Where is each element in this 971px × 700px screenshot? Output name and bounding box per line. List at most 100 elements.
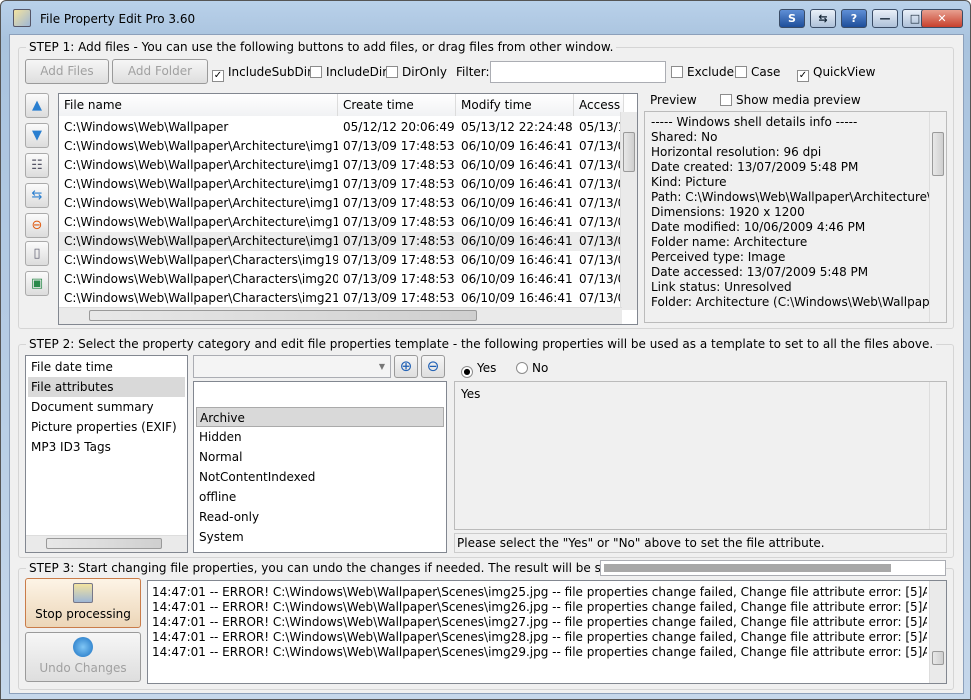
preview-line: Horizontal resolution: 96 dpi [651, 145, 822, 159]
value-vscroll[interactable] [929, 382, 946, 529]
table-cell: C:\Windows\Web\Wallpaper\Characters\img2… [64, 291, 338, 305]
category-item[interactable]: Document summary [28, 397, 185, 417]
dir-only-checkbox[interactable]: DirOnly [386, 65, 447, 79]
attribute-item[interactable]: System [196, 527, 444, 547]
category-item[interactable]: Picture properties (EXIF) [28, 417, 185, 437]
file-list[interactable]: File name Create time Modify time Access… [58, 93, 638, 325]
file-list-vscroll[interactable] [620, 112, 637, 310]
undo-changes-label: Undo Changes [39, 661, 127, 675]
file-list-hscroll[interactable] [59, 307, 622, 324]
log-panel[interactable]: 14:47:01 -- ERROR! C:\Windows\Web\Wallpa… [147, 580, 947, 684]
value-textarea[interactable]: Yes [454, 381, 947, 530]
table-row[interactable]: C:\Windows\Web\Wallpaper\Characters\img1… [59, 251, 624, 270]
preview-vscroll[interactable] [929, 112, 946, 322]
column-create-time[interactable]: Create time [338, 94, 456, 116]
exclude-checkbox[interactable]: Exclude [671, 65, 734, 79]
attribute-list[interactable]: Archive Hidden Normal NotContentIndexed offl… [193, 381, 447, 553]
category-item[interactable]: File attributes [28, 377, 185, 397]
case-label: Case [751, 65, 781, 79]
include-subdir-checkbox[interactable]: ✓ IncludeSubDir [212, 65, 312, 82]
include-dir-checkbox[interactable]: IncludeDir [310, 65, 387, 79]
table-cell: 06/10/09 16:46:41 [461, 139, 573, 153]
table-cell: 07/13/09 17:48:53 [343, 253, 455, 267]
switch-icon[interactable]: ⇆ [810, 9, 836, 28]
move-down-icon[interactable]: ▼ [25, 123, 49, 148]
skin-icon[interactable]: S [779, 9, 805, 28]
minimize-button[interactable]: — [872, 9, 898, 28]
no-radio[interactable]: No [516, 361, 548, 375]
table-row[interactable]: C:\Windows\Web\Wallpaper 05/12/12 20:06:4… [59, 118, 624, 137]
table-row[interactable]: C:\Windows\Web\Wallpaper\Architecture\im… [59, 232, 624, 251]
table-cell: 06/10/09 16:46:41 [461, 177, 573, 191]
table-row[interactable]: C:\Windows\Web\Wallpaper\Characters\img2… [59, 270, 624, 289]
column-modify-time[interactable]: Modify time [456, 94, 574, 116]
undo-changes-button[interactable]: Undo Changes [25, 632, 141, 682]
chevron-down-icon: ▼ [378, 362, 385, 371]
select-icon[interactable]: ⇆ [25, 183, 49, 208]
window-title: File Property Edit Pro 3.60 [40, 12, 196, 26]
table-cell: 07/13/09 17:48:53 [343, 234, 455, 248]
remove-template-icon[interactable]: ⊖ [421, 355, 445, 378]
title-bar[interactable]: File Property Edit Pro 3.60 S ⇆ ? — □ ✕ [1, 1, 970, 35]
attribute-item[interactable]: Read-only [196, 507, 444, 527]
column-file-name[interactable]: File name [59, 94, 338, 116]
quickview-checkbox[interactable]: ✓ QuickView [797, 65, 875, 82]
table-row[interactable]: C:\Windows\Web\Wallpaper\Architecture\im… [59, 194, 624, 213]
include-subdir-label: IncludeSubDir [228, 65, 313, 79]
table-row[interactable]: C:\Windows\Web\Wallpaper\Characters\img2… [59, 289, 624, 308]
log-vscroll[interactable] [929, 581, 946, 683]
close-button[interactable]: ✕ [921, 9, 963, 28]
table-cell: 07/13/09 17:48:53 [343, 158, 455, 172]
attribute-item[interactable]: Normal [196, 447, 444, 467]
yes-label: Yes [477, 361, 497, 375]
move-up-icon[interactable]: ▲ [25, 93, 49, 118]
yes-radio[interactable]: ● Yes [461, 361, 496, 378]
log-line: 14:47:01 -- ERROR! C:\Windows\Web\Wallpa… [152, 600, 927, 614]
add-template-icon[interactable]: ⊕ [394, 355, 418, 378]
table-row[interactable]: C:\Windows\Web\Wallpaper\Architecture\im… [59, 175, 624, 194]
log-line: 14:47:01 -- ERROR! C:\Windows\Web\Wallpa… [152, 585, 927, 599]
stop-processing-button[interactable]: Stop processing [25, 578, 141, 628]
add-files-button[interactable]: Add Files [25, 59, 109, 84]
category-item[interactable]: File date time [28, 357, 185, 377]
step1-title: STEP 1: Add files - You can use the foll… [26, 40, 617, 54]
column-access-time[interactable]: Access [574, 94, 624, 116]
category-list[interactable]: File date time File attributes Document su… [25, 355, 188, 553]
table-cell: 07/13/0 [579, 253, 624, 267]
table-cell: C:\Windows\Web\Wallpaper\Architecture\im… [64, 177, 338, 191]
attribute-item[interactable]: Archive [196, 407, 444, 427]
save-list-icon[interactable]: ▣ [25, 271, 49, 296]
table-cell: 07/13/0 [579, 291, 624, 305]
attribute-item[interactable]: Hidden [196, 427, 444, 447]
exclude-label: Exclude [687, 65, 735, 79]
table-cell: 06/10/09 16:46:41 [461, 196, 573, 210]
table-cell: 06/10/09 16:46:41 [461, 215, 573, 229]
case-checkbox[interactable]: Case [735, 65, 780, 79]
client-area: STEP 1: Add files - You can use the foll… [9, 34, 964, 694]
add-folder-button[interactable]: Add Folder [112, 59, 208, 84]
show-media-preview-checkbox[interactable]: Show media preview [720, 93, 861, 107]
table-cell: C:\Windows\Web\Wallpaper\Architecture\im… [64, 158, 338, 172]
template-dropdown[interactable]: ▼ [193, 355, 391, 378]
check-icon: ✓ [797, 70, 809, 82]
help-icon[interactable]: ? [841, 9, 867, 28]
log-line: 14:47:01 -- ERROR! C:\Windows\Web\Wallpa… [152, 615, 927, 629]
attribute-item[interactable]: temporary [196, 547, 444, 552]
clear-icon[interactable]: ▯ [25, 241, 49, 266]
category-item[interactable]: MP3 ID3 Tags [28, 437, 185, 457]
radio-selected-icon: ● [461, 366, 473, 378]
table-cell: 07/13/0 [579, 139, 624, 153]
category-hscroll[interactable] [26, 535, 187, 552]
preview-line: Folder: Architecture (C:\Windows\Web\Wal… [651, 295, 929, 309]
table-row[interactable]: C:\Windows\Web\Wallpaper\Architecture\im… [59, 137, 624, 156]
export-list-icon[interactable]: ☷ [25, 153, 49, 178]
preview-line: Kind: Picture [651, 175, 727, 189]
table-row[interactable]: C:\Windows\Web\Wallpaper\Architecture\im… [59, 213, 624, 232]
dir-only-label: DirOnly [402, 65, 447, 79]
attribute-item[interactable]: NotContentIndexed [196, 467, 444, 487]
table-row[interactable]: C:\Windows\Web\Wallpaper\Architecture\im… [59, 156, 624, 175]
filter-input[interactable] [490, 61, 666, 83]
add-folder-label: Add Folder [127, 64, 193, 78]
attribute-item[interactable]: offline [196, 487, 444, 507]
remove-icon[interactable]: ⊖ [25, 213, 49, 238]
